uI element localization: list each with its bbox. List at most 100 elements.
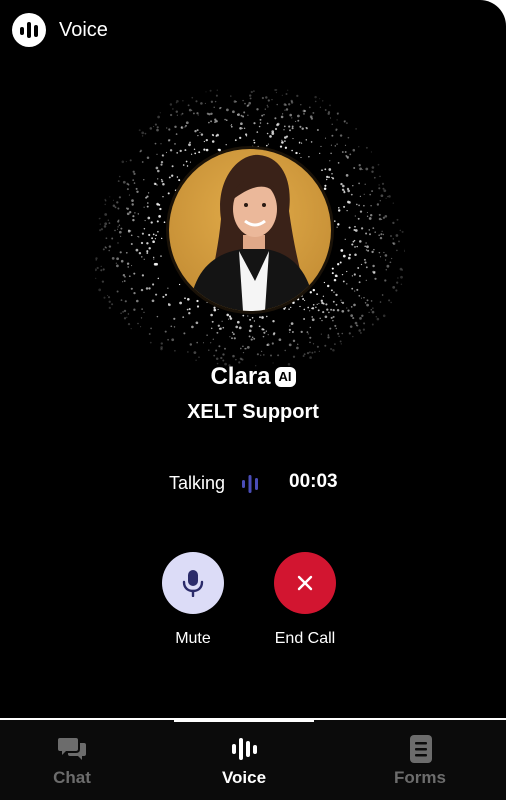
particle: [236, 114, 239, 116]
particle: [153, 258, 155, 260]
particle: [159, 112, 161, 114]
particle: [396, 218, 399, 221]
particle: [251, 336, 254, 339]
particle: [216, 89, 218, 91]
particle: [162, 182, 165, 186]
call-status: Talking: [169, 473, 226, 493]
particle: [98, 288, 102, 292]
particle: [104, 213, 108, 216]
particle: [309, 341, 311, 344]
particle: [390, 235, 392, 237]
particle: [312, 343, 315, 345]
particle: [399, 229, 402, 232]
nav-item-voice[interactable]: Voice: [179, 720, 309, 800]
particle: [295, 120, 297, 122]
particle: [236, 320, 240, 324]
particle: [358, 294, 361, 297]
particle: [335, 327, 338, 330]
particle: [280, 115, 284, 119]
particle: [157, 230, 159, 233]
particle: [210, 342, 212, 344]
chat-bubbles-icon: [58, 738, 86, 760]
particle: [360, 227, 364, 230]
particle: [370, 151, 372, 153]
particle: [349, 153, 352, 156]
particle: [366, 299, 369, 302]
particle: [111, 303, 114, 306]
particle: [168, 303, 171, 307]
particle: [265, 96, 268, 99]
particle: [181, 112, 184, 115]
particle: [307, 306, 310, 309]
particle: [269, 135, 272, 138]
nav-item-chat[interactable]: Chat: [7, 720, 137, 800]
particle: [141, 274, 145, 277]
agent-name-row: Clara AI: [0, 362, 506, 392]
particle: [319, 98, 321, 100]
nav-item-forms[interactable]: Forms: [355, 720, 485, 800]
particle: [190, 153, 193, 155]
particle: [253, 320, 256, 322]
particle: [130, 328, 132, 330]
particle: [242, 352, 245, 354]
particle: [261, 96, 265, 100]
particle: [143, 227, 146, 230]
particle: [339, 340, 342, 343]
particle: [253, 122, 256, 125]
particle: [210, 100, 214, 103]
end-call-button[interactable]: [274, 552, 336, 614]
particle: [281, 94, 283, 96]
particle: [137, 322, 139, 325]
particle: [151, 299, 155, 303]
mute-button[interactable]: [162, 552, 224, 614]
particle: [324, 137, 327, 139]
particle: [326, 284, 330, 288]
particle: [309, 115, 313, 119]
particle: [346, 155, 349, 159]
particle: [346, 187, 350, 191]
particle: [150, 221, 153, 224]
particle: [375, 316, 377, 318]
particle: [366, 303, 369, 307]
particle: [203, 140, 206, 143]
particle: [226, 108, 229, 112]
particle: [291, 125, 294, 128]
particle: [193, 148, 196, 150]
particle: [309, 310, 311, 312]
particle: [285, 108, 289, 111]
particle: [195, 321, 199, 325]
particle: [135, 248, 139, 252]
particle: [395, 234, 399, 237]
particle: [378, 217, 382, 221]
particle: [379, 175, 381, 178]
particle: [279, 145, 283, 148]
particle: [281, 113, 284, 115]
particle: [359, 210, 363, 213]
particle: [316, 128, 319, 132]
particle: [146, 242, 149, 245]
particle: [185, 121, 189, 125]
particle: [195, 359, 197, 361]
particle: [217, 324, 220, 327]
particle: [370, 309, 373, 311]
particle: [343, 205, 346, 208]
particle: [334, 343, 336, 345]
particle: [251, 317, 254, 319]
particle: [284, 146, 288, 149]
particle: [326, 178, 328, 181]
particle: [277, 354, 280, 357]
particle: [398, 240, 400, 243]
particle: [350, 193, 353, 196]
particle: [396, 281, 399, 284]
particle: [156, 184, 158, 186]
particle: [146, 252, 149, 254]
particle: [316, 293, 319, 296]
particle: [363, 296, 365, 299]
particle: [269, 354, 273, 357]
particle: [175, 133, 178, 135]
particle: [372, 264, 375, 268]
particle: [259, 122, 262, 124]
particle: [307, 333, 309, 335]
particle: [160, 161, 164, 164]
particle: [138, 252, 142, 255]
